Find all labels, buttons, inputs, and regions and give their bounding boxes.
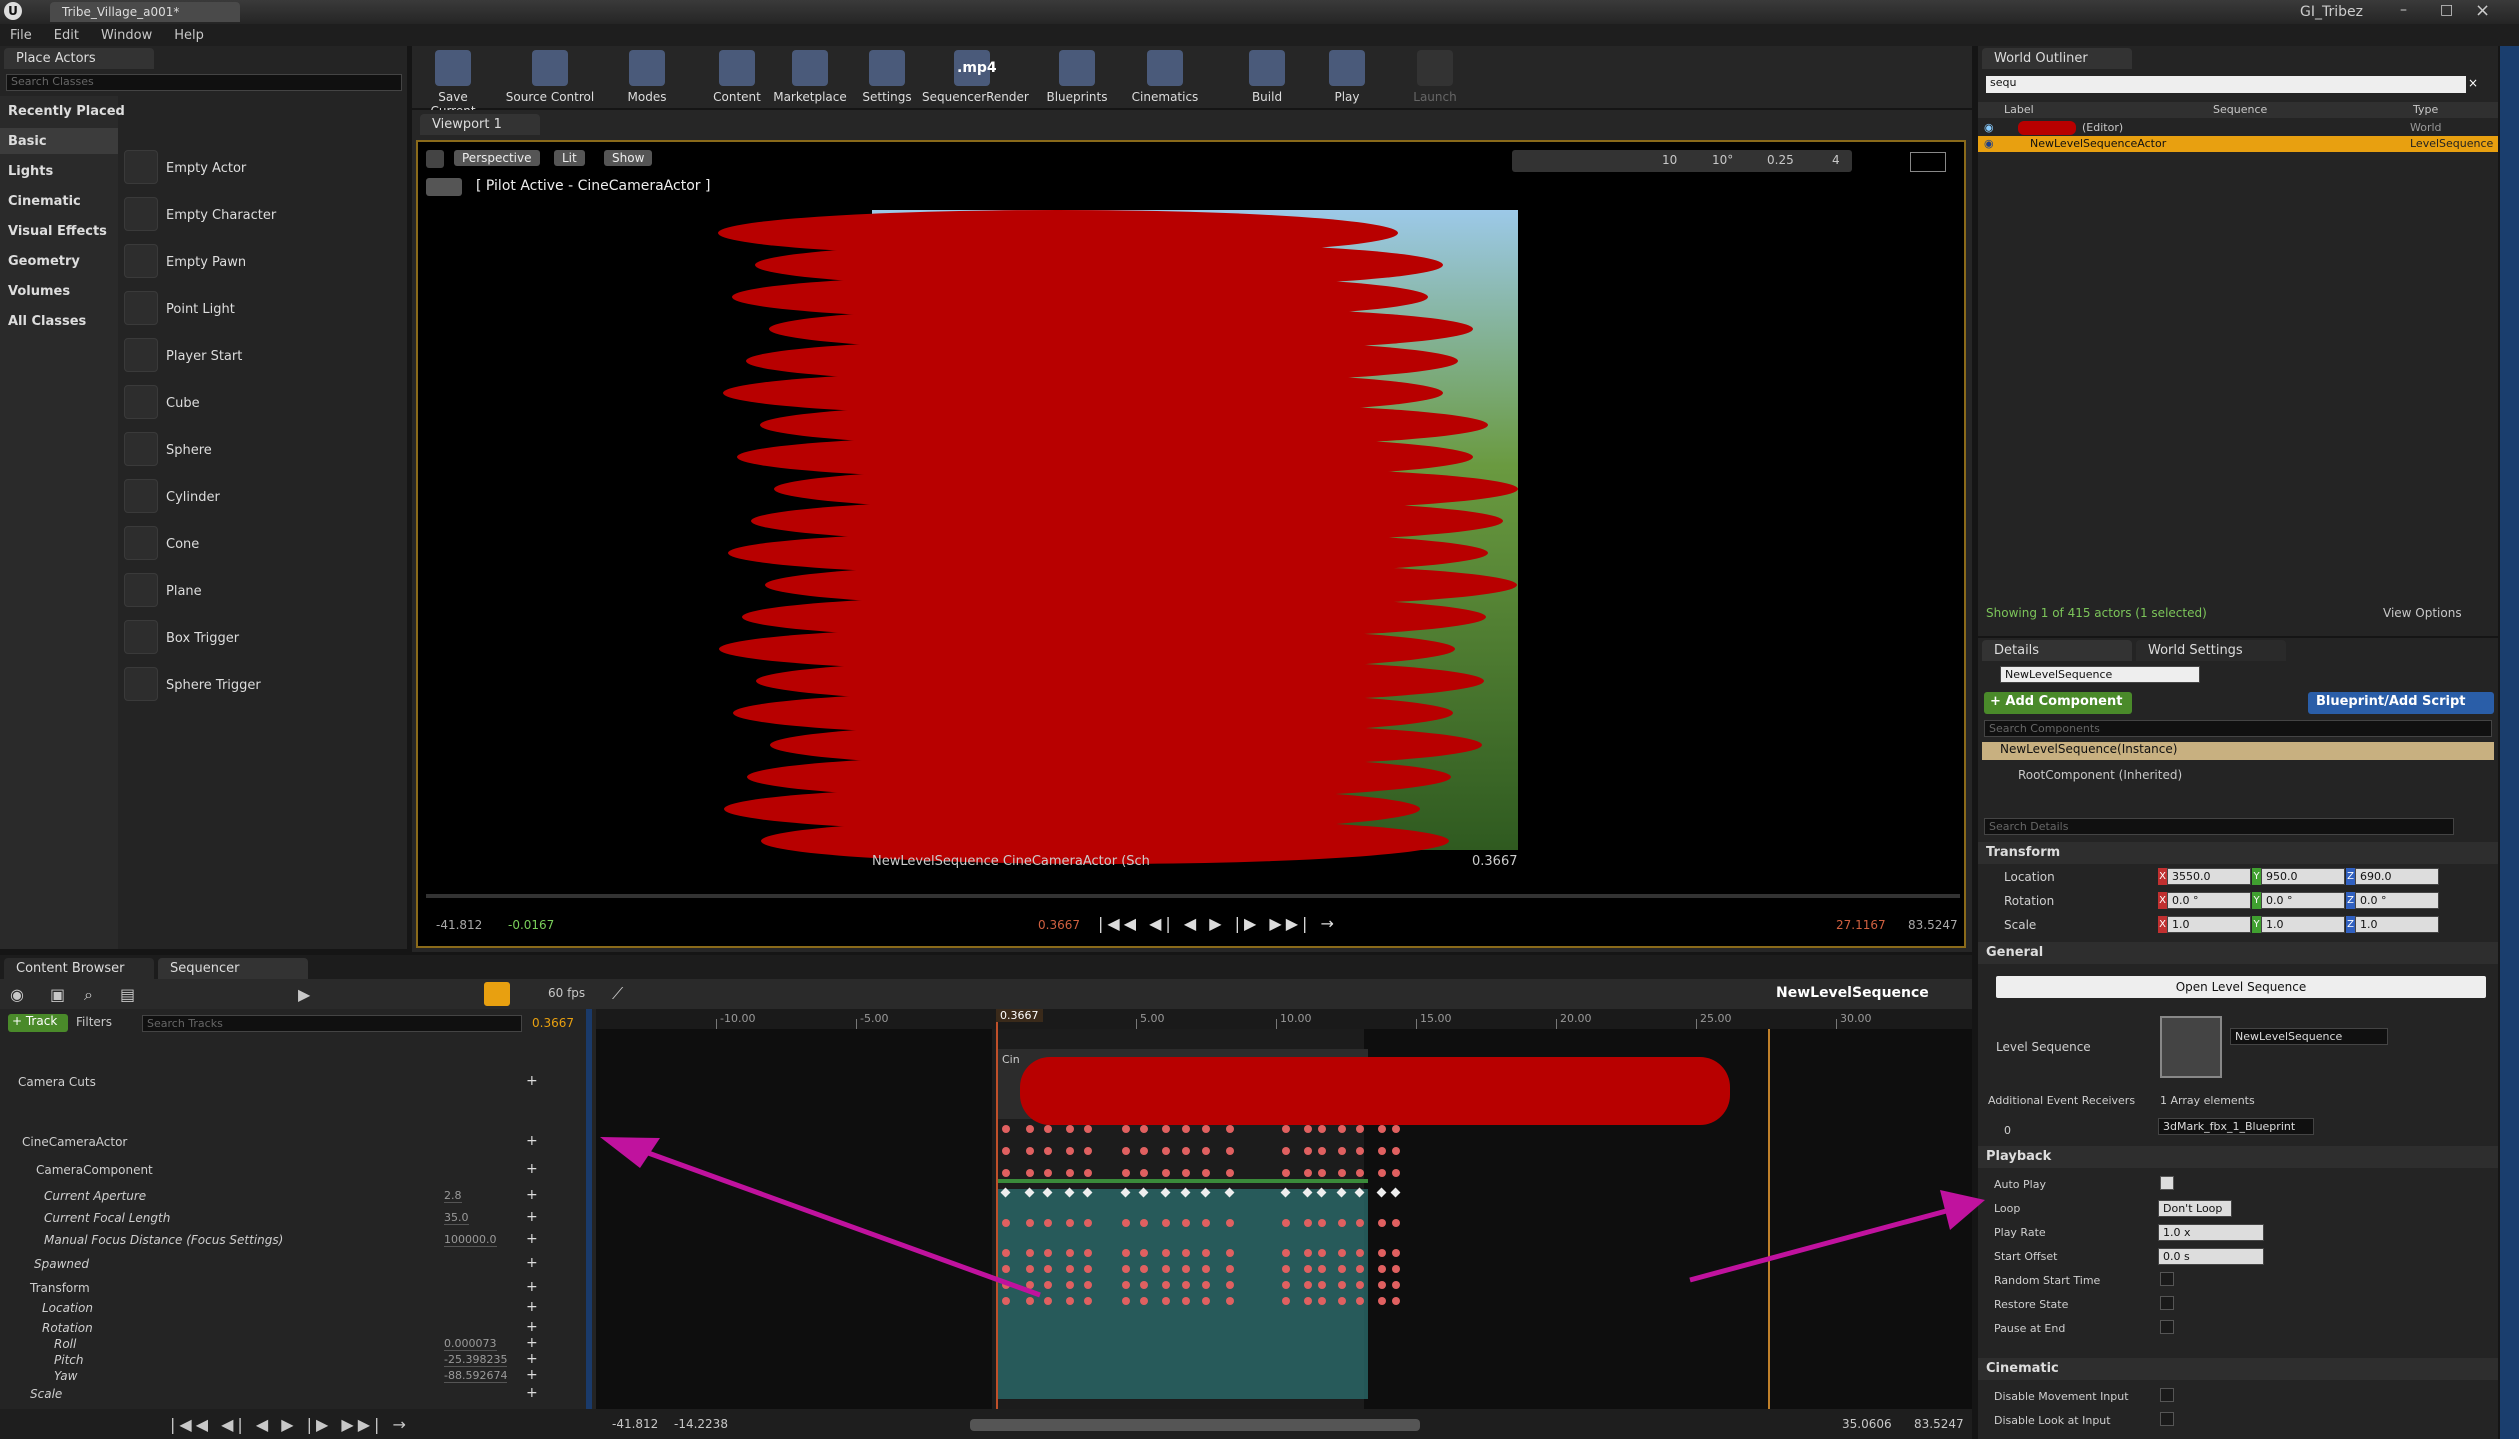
annotation-arrows [600, 1137, 1985, 1298]
arrow-right-head [1940, 1190, 1985, 1230]
arrow-left [639, 1147, 1041, 1298]
arrow-right [1689, 1207, 1951, 1283]
